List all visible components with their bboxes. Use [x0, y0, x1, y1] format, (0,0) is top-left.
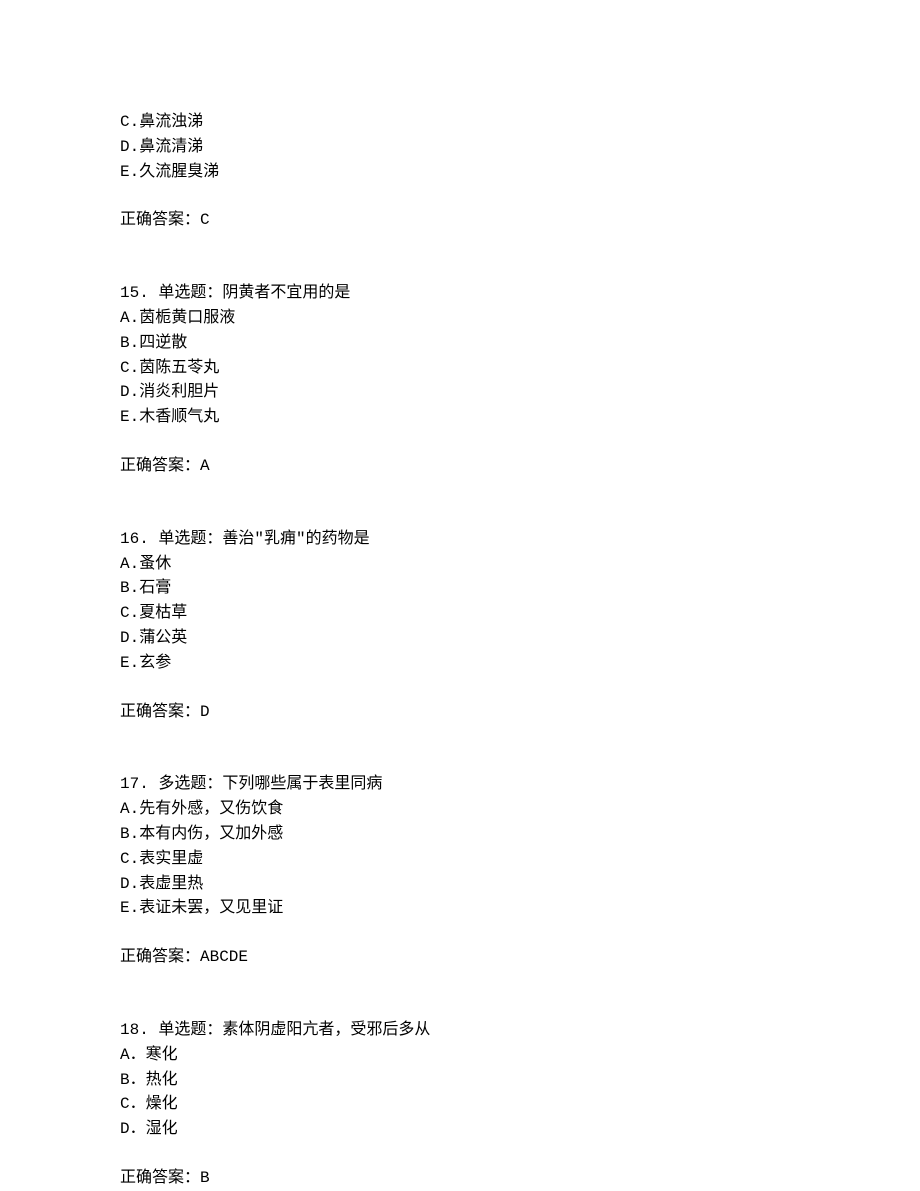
question-17: 17. 多选题：下列哪些属于表里同病 A.先有外感，又伤饮食 B.本有内伤，又加… [120, 772, 800, 970]
question-14-partial: C.鼻流浊涕 D.鼻流清涕 E.久流腥臭涕 正确答案：C [120, 110, 800, 233]
option-c: C.茵陈五苓丸 [120, 356, 800, 381]
question-header: 17. 多选题：下列哪些属于表里同病 [120, 772, 800, 797]
option-d: D.蒲公英 [120, 626, 800, 651]
option-d: D.表虚里热 [120, 872, 800, 897]
answer-text: 正确答案：C [120, 208, 800, 233]
option-c: C.夏枯草 [120, 601, 800, 626]
option-c: C．燥化 [120, 1092, 800, 1117]
option-b: B.本有内伤，又加外感 [120, 822, 800, 847]
option-b: B.石膏 [120, 576, 800, 601]
option-b: B.四逆散 [120, 331, 800, 356]
question-15: 15. 单选题：阴黄者不宜用的是 A.茵栀黄口服液 B.四逆散 C.茵陈五苓丸 … [120, 281, 800, 479]
question-header: 18. 单选题：素体阴虚阳亢者，受邪后多从 [120, 1018, 800, 1043]
option-d: D．湿化 [120, 1117, 800, 1142]
answer-text: 正确答案：ABCDE [120, 945, 800, 970]
option-d: D.消炎利胆片 [120, 380, 800, 405]
question-16: 16. 单选题：善治"乳痈"的药物是 A.蚤休 B.石膏 C.夏枯草 D.蒲公英… [120, 527, 800, 725]
answer-text: 正确答案：D [120, 700, 800, 725]
option-e: E.久流腥臭涕 [120, 160, 800, 185]
answer-text: 正确答案：B [120, 1166, 800, 1191]
option-c: C.鼻流浊涕 [120, 110, 800, 135]
option-a: A.蚤休 [120, 552, 800, 577]
answer-text: 正确答案：A [120, 454, 800, 479]
option-a: A.先有外感，又伤饮食 [120, 797, 800, 822]
option-d: D.鼻流清涕 [120, 135, 800, 160]
option-e: E.表证未罢，又见里证 [120, 896, 800, 921]
option-e: E.玄参 [120, 651, 800, 676]
option-c: C.表实里虚 [120, 847, 800, 872]
option-b: B．热化 [120, 1068, 800, 1093]
question-18: 18. 单选题：素体阴虚阳亢者，受邪后多从 A．寒化 B．热化 C．燥化 D．湿… [120, 1018, 800, 1191]
question-header: 16. 单选题：善治"乳痈"的药物是 [120, 527, 800, 552]
question-header: 15. 单选题：阴黄者不宜用的是 [120, 281, 800, 306]
option-a: A.茵栀黄口服液 [120, 306, 800, 331]
option-e: E.木香顺气丸 [120, 405, 800, 430]
option-a: A．寒化 [120, 1043, 800, 1068]
